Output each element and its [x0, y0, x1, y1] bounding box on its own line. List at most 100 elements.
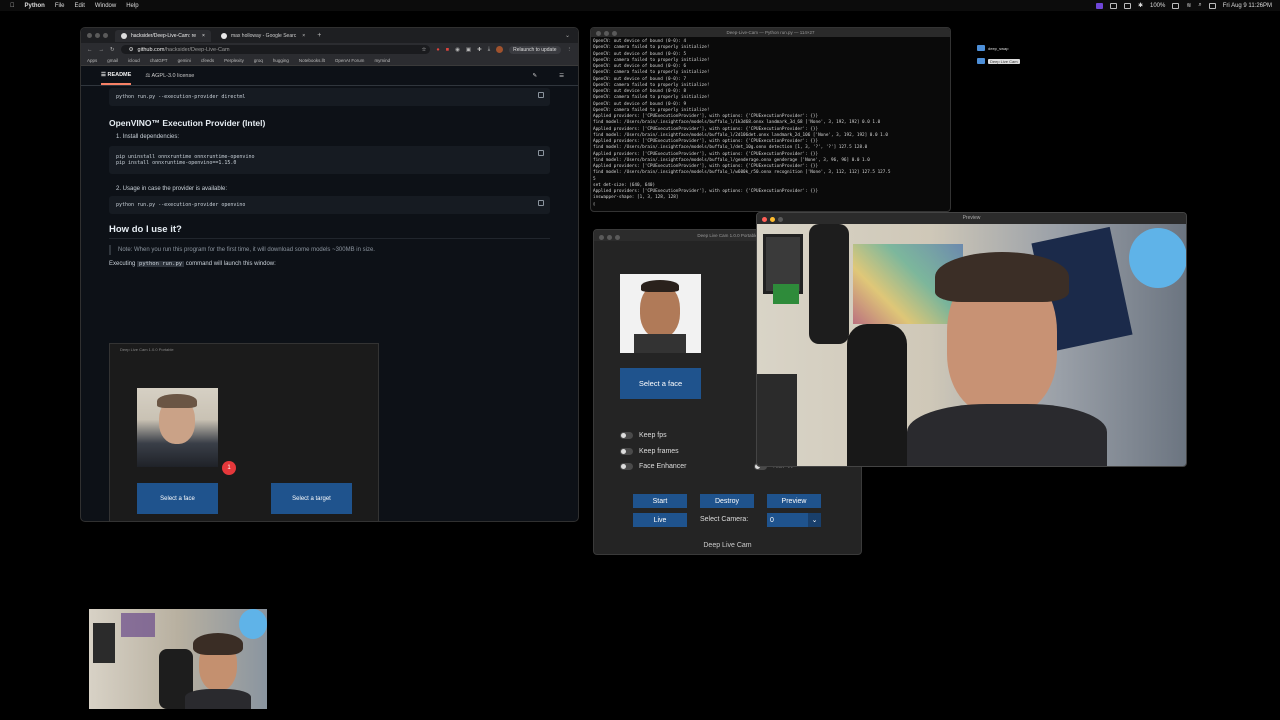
browser-tab-strip: hacksider/Deep-Live-Cam: re × max hollow…: [81, 28, 578, 43]
chevron-down-icon[interactable]: ⌄: [808, 513, 821, 527]
desktop-icon-label: Deep Live Cam: [988, 58, 1020, 64]
menu-edit[interactable]: Edit: [75, 3, 85, 9]
switch-knob: [620, 448, 633, 455]
extension-icon[interactable]: ■: [446, 47, 449, 53]
reload-icon[interactable]: ↻: [110, 47, 115, 53]
extension-icon[interactable]: ▣: [466, 47, 471, 53]
bookmark-gmail[interactable]: gmail: [107, 58, 118, 63]
close-window-button[interactable]: [596, 31, 601, 36]
download-icon[interactable]: ⤓: [488, 46, 490, 53]
minimize-window-button[interactable]: [604, 31, 609, 36]
close-window-button[interactable]: [762, 217, 767, 222]
zoom-window-button[interactable]: [615, 235, 620, 240]
copy-icon[interactable]: [538, 150, 544, 156]
close-tab-icon[interactable]: ×: [302, 33, 305, 39]
window-controls: [599, 233, 623, 244]
wifi-icon[interactable]: ≋: [1186, 2, 1191, 9]
exec-suffix: command will launch this window:: [185, 261, 276, 267]
close-window-button[interactable]: [599, 235, 604, 240]
folder-icon: [977, 58, 985, 64]
copy-icon[interactable]: [538, 92, 544, 98]
terminal-line: ▯: [593, 201, 596, 207]
terminal-title: Deep-Live-Cam — Python run.py — 114×27: [726, 30, 815, 35]
apple-menu-icon[interactable]: : [10, 3, 15, 9]
camera-select[interactable]: 0 ⌄: [767, 513, 821, 527]
menu-bar:  Python File Edit Window Help ✱ 100% ≋ …: [0, 0, 1280, 11]
bookmark-apps[interactable]: Apps: [87, 58, 97, 63]
keep-fps-toggle[interactable]: Keep fps: [620, 432, 667, 439]
start-button[interactable]: Start: [633, 494, 687, 508]
extensions-puzzle-icon[interactable]: ✚: [477, 47, 482, 53]
battery-icon[interactable]: [1172, 2, 1180, 9]
bookmark-star-icon[interactable]: ☆: [421, 47, 426, 53]
bookmark-mymind[interactable]: mymind: [374, 58, 390, 63]
keep-frames-toggle[interactable]: Keep frames: [620, 448, 679, 455]
face-enhancer-toggle[interactable]: Face Enhancer: [620, 463, 686, 470]
browser-tab-github[interactable]: hacksider/Deep-Live-Cam: re ×: [115, 29, 211, 42]
bookmark-groq[interactable]: groq: [254, 58, 263, 63]
site-info-icon[interactable]: ⚙: [129, 47, 134, 53]
note-text: Note: When you run this program for the …: [109, 245, 550, 255]
screenshot-titlebar: Deep Live Cam 1.0.0 Portable: [110, 344, 378, 354]
menu-file[interactable]: File: [55, 3, 65, 9]
readme-content: python run.py --execution-provider direc…: [81, 88, 578, 267]
bookmark-cfeeds[interactable]: cfeeds: [201, 58, 214, 63]
close-tab-icon[interactable]: ×: [202, 33, 205, 39]
preview-button[interactable]: Preview: [767, 494, 821, 508]
minimize-window-button[interactable]: [607, 235, 612, 240]
screen-record-icon[interactable]: [1095, 2, 1103, 9]
desktop-icon-deep-swap[interactable]: deep_swap: [977, 45, 1008, 51]
menu-app-python[interactable]: Python: [25, 3, 45, 9]
tab-license[interactable]: ⚖ AGPL-3.0 license: [145, 73, 194, 79]
app-title: Deep Live Cam 1.0.0 Portable: [697, 233, 758, 238]
screenshot-select-face-button[interactable]: Select a face: [137, 483, 218, 514]
bookmark-gemini[interactable]: gemini: [178, 58, 191, 63]
live-button[interactable]: Live: [633, 513, 687, 527]
close-window-button[interactable]: [87, 33, 92, 38]
search-icon[interactable]: ⌕: [1198, 2, 1201, 9]
toggle-label: Keep frames: [639, 448, 679, 455]
tray-app-icon[interactable]: [1109, 2, 1117, 9]
new-tab-button[interactable]: +: [317, 32, 321, 39]
switch-knob: [620, 432, 633, 439]
desktop-icon-deep-live-cam[interactable]: Deep Live Cam: [977, 58, 1020, 64]
bookmark-chatgpt[interactable]: chatGPT: [150, 58, 168, 63]
tray-app-icon[interactable]: [1123, 2, 1131, 9]
browser-menu-icon[interactable]: ⋮: [567, 47, 573, 53]
control-center-icon[interactable]: [1208, 2, 1216, 9]
menubar-clock[interactable]: Fri Aug 9 11:26PM: [1223, 3, 1272, 9]
zoom-window-button[interactable]: [103, 33, 108, 38]
edit-pencil-icon[interactable]: ✎: [532, 73, 537, 79]
destroy-button[interactable]: Destroy: [700, 494, 754, 508]
relaunch-button[interactable]: Relaunch to update: [509, 45, 561, 54]
address-bar[interactable]: ⚙ github.com/hacksider/Deep-Live-Cam ☆: [120, 45, 431, 54]
select-face-button[interactable]: Select a face: [620, 368, 701, 399]
preview-title: Preview: [962, 215, 981, 221]
bookmark-openai-forum[interactable]: OpenAI Forum: [335, 58, 365, 63]
profile-avatar[interactable]: [496, 46, 504, 53]
browser-tab-google[interactable]: max holloway - Google Searc ×: [215, 30, 311, 42]
back-icon[interactable]: ←: [87, 47, 93, 53]
tab-list-icon[interactable]: ⌄: [565, 32, 570, 39]
tab-readme[interactable]: ☰ README: [101, 67, 132, 85]
minimize-window-button[interactable]: [770, 217, 775, 222]
bookmark-notebooks[interactable]: Notebooks.llt: [299, 58, 325, 63]
readme-app-screenshot: Deep Live Cam 1.0.0 Portable 1 Select a …: [109, 343, 379, 522]
zoom-window-button[interactable]: [612, 31, 617, 36]
extension-icon[interactable]: ◉: [455, 47, 460, 53]
terminal-output[interactable]: OpenCV: out device of bound (0-0): 4 Open…: [591, 37, 950, 210]
exec-prefix: Executing: [109, 261, 136, 267]
screenshot-select-target-button[interactable]: Select a target: [271, 483, 352, 514]
copy-icon[interactable]: [538, 200, 544, 206]
bookmark-icloud[interactable]: icloud: [128, 58, 140, 63]
extension-icon[interactable]: ●: [436, 47, 439, 53]
bluetooth-icon[interactable]: ✱: [1138, 2, 1143, 9]
bookmark-perplexity[interactable]: Perplexity: [224, 58, 244, 63]
forward-icon[interactable]: →: [99, 47, 105, 53]
outline-list-icon[interactable]: ☰: [559, 73, 564, 79]
zoom-window-button[interactable]: [778, 217, 783, 222]
menu-window[interactable]: Window: [95, 3, 116, 9]
bookmark-hugging[interactable]: hugging: [273, 58, 289, 63]
menu-help[interactable]: Help: [126, 3, 138, 9]
minimize-window-button[interactable]: [95, 33, 100, 38]
